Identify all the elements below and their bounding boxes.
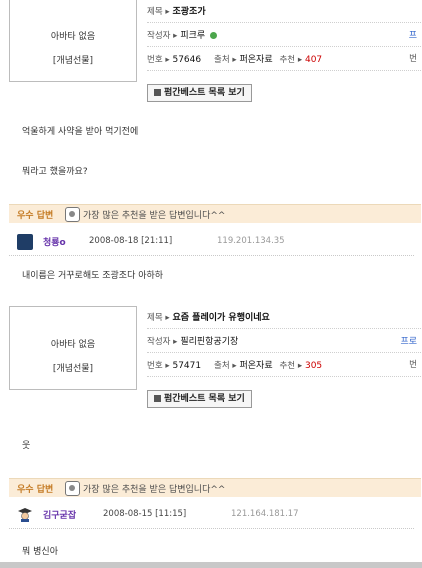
author-label: 작성자 ▸	[147, 337, 178, 347]
answer-user-line: 김구굳잡 2008-08-15 [11:15] 121.164.181.17	[9, 506, 389, 524]
title-label: 제목 ▸	[147, 313, 170, 323]
best-list-button-label: 펌간베스트 목록 보기	[164, 88, 245, 98]
graduate-avatar-icon	[18, 508, 32, 522]
recommend-label: 추천 ▸	[279, 55, 303, 65]
best-answer-bar: 우수 답변 가장 많은 추천을 받은 답변입니다^^	[9, 204, 421, 223]
list-icon	[154, 395, 161, 402]
divider	[9, 255, 414, 256]
divider	[9, 528, 414, 529]
source-label: 출처 ▸	[214, 55, 237, 65]
best-answer-bar: 우수 답변 가장 많은 추천을 받은 답변입니다^^	[9, 478, 421, 497]
post-body-line-2: 뭐라고 했을까요?	[22, 167, 88, 177]
avatar-status: 아바타 없음	[50, 32, 96, 42]
info-row: 번호 ▸ 57471 출처 ▸ 퍼온자료 추천 ▸ 305 번	[147, 358, 421, 377]
avatar-placeholder: 아바타 없음 [개념선물]	[9, 306, 137, 390]
post-title: 요즘 플레이가 유행이네요	[172, 313, 270, 323]
info-row: 번호 ▸ 57646 출처 ▸ 퍼온자료 추천 ▸ 407 번	[147, 52, 421, 71]
avatar-tag: [개념선물]	[52, 364, 94, 374]
answer-ip: 121.164.181.17	[231, 509, 299, 519]
answer-text: 내이름은 거꾸로해도 조광조다 아하하	[22, 271, 164, 281]
author-row: 작성자 ▸ 피크루 프	[147, 28, 421, 47]
post-body-line-1: 억울하게 사약을 받아 먹기전에	[22, 127, 139, 137]
best-answer-title: 우수 답변	[17, 485, 54, 495]
thumbs-up-icon	[65, 207, 80, 222]
recommend-count: 305	[304, 361, 323, 371]
author-label: 작성자 ▸	[147, 31, 178, 41]
answer-user-line: 청룡o 2008-08-18 [21:11] 119.201.134.35	[9, 233, 389, 251]
source-label: 출처 ▸	[214, 361, 237, 371]
best-list-button[interactable]: 펌간베스트 목록 보기	[147, 390, 252, 408]
number-label: 번호 ▸	[147, 55, 170, 65]
author-name[interactable]: 필리핀항공기장	[180, 337, 238, 347]
best-list-button[interactable]: 펌간베스트 목록 보기	[147, 84, 252, 102]
answer-ip: 119.201.134.35	[217, 236, 285, 246]
author-profile-link[interactable]: 프로	[400, 334, 417, 347]
window-bottom-edge	[0, 562, 422, 568]
author-name[interactable]: 피크루	[180, 31, 205, 41]
author-row: 작성자 ▸ 필리핀항공기장 프로	[147, 334, 421, 353]
author-profile-link[interactable]: 프	[409, 28, 417, 41]
title-row: 제목 ▸ 요즘 플레이가 유행이네요	[147, 310, 421, 329]
title-label: 제목 ▸	[147, 7, 170, 17]
best-answer-title: 우수 답변	[17, 211, 54, 221]
best-list-button-label: 펌간베스트 목록 보기	[164, 394, 245, 404]
trailing-text: 번	[409, 54, 417, 64]
recommend-count: 407	[304, 55, 323, 65]
avatar-tag: [개념선물]	[52, 56, 94, 66]
answer-date: 2008-08-15 [11:15]	[103, 509, 187, 519]
best-answer-desc: 가장 많은 추천을 받은 답변입니다^^	[83, 211, 226, 221]
post-source: 퍼온자료	[239, 55, 273, 65]
user-avatar-icon	[17, 234, 33, 250]
post-number: 57646	[172, 55, 202, 65]
post-number: 57471	[172, 361, 202, 371]
answer-username[interactable]: 김구굳잡	[43, 508, 76, 521]
trailing-text: 번	[409, 360, 417, 370]
answer-date: 2008-08-18 [21:11]	[89, 236, 173, 246]
recommend-label: 추천 ▸	[279, 361, 303, 371]
avatar-status: 아바타 없음	[50, 340, 96, 350]
answer-username[interactable]: 청룡o	[43, 235, 66, 248]
online-status-icon	[210, 32, 218, 39]
list-icon	[154, 89, 161, 96]
best-answer-desc: 가장 많은 추천을 받은 답변입니다^^	[83, 485, 226, 495]
avatar-placeholder: 아바타 없음 [개념선물]	[9, 0, 137, 82]
title-row: 제목 ▸ 조광조가	[147, 4, 421, 23]
post-title: 조광조가	[172, 7, 206, 17]
post-source: 퍼온자료	[239, 361, 273, 371]
thumbs-up-icon	[65, 481, 80, 496]
post-body-line-1: 웃	[22, 441, 31, 451]
number-label: 번호 ▸	[147, 361, 170, 371]
answer-text: 뭐 병신아	[22, 547, 58, 557]
